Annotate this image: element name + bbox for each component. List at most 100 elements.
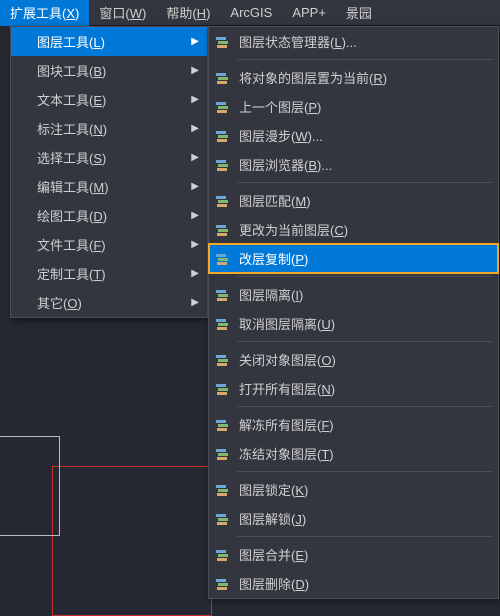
layer-menu-item-5-0[interactable]: 解冻所有图层(F) — [209, 410, 498, 439]
layer-menu-item-label: 图层隔离(I) — [239, 285, 303, 304]
layer-menu-item-1-1[interactable]: 上一个图层(P) — [209, 92, 498, 121]
layer-isolate-icon — [213, 286, 231, 304]
menu-separator — [237, 276, 493, 277]
layer-lock-icon — [213, 481, 231, 499]
submenu-arrow-icon: ▶ — [191, 152, 199, 163]
layer-menu-item-4-0[interactable]: 关闭对象图层(O) — [209, 345, 498, 374]
canvas-white-rect — [0, 436, 60, 536]
layer-menu-item-1-0[interactable]: 将对象的图层置为当前(R) — [209, 63, 498, 92]
ext-menu-item-6[interactable]: 绘图工具(D) ▶ — [11, 201, 207, 230]
menu-separator — [237, 406, 493, 407]
layer-menu-item-7-1[interactable]: 图层删除(D) — [209, 569, 498, 598]
menubar-item-1[interactable]: 窗口(W) — [89, 0, 156, 26]
layer-menu-item-2-0[interactable]: 图层匹配(M) — [209, 186, 498, 215]
layer-on-icon — [213, 380, 231, 398]
layer-menu-item-5-1[interactable]: 冻结对象图层(T) — [209, 439, 498, 468]
dropdown-layer-tools: 图层状态管理器(L)... 将对象的图层置为当前(R) 上一个图层(P) 图层漫步(W… — [208, 26, 499, 599]
ext-menu-item-label: 文件工具(F) — [37, 235, 106, 254]
layer-menu-item-6-1[interactable]: 图层解锁(J) — [209, 504, 498, 533]
submenu-arrow-icon: ▶ — [191, 65, 199, 76]
layer-menu-item-1-2[interactable]: 图层漫步(W)... — [209, 121, 498, 150]
layer-menu-item-3-0[interactable]: 图层隔离(I) — [209, 280, 498, 309]
submenu-arrow-icon: ▶ — [191, 36, 199, 47]
layer-menu-item-label: 图层合并(E) — [239, 545, 308, 564]
layer-unisolate-icon — [213, 315, 231, 333]
menu-separator — [237, 59, 493, 60]
layer-menu-item-label: 改层复制(P) — [239, 249, 308, 268]
layer-menu-item-2-2[interactable]: 改层复制(P) — [209, 244, 498, 273]
layer-freeze-icon — [213, 445, 231, 463]
menubar-item-2[interactable]: 帮助(H) — [156, 0, 220, 26]
ext-menu-item-5[interactable]: 编辑工具(M) ▶ — [11, 172, 207, 201]
layer-copy-icon — [213, 250, 231, 268]
layer-setcurrent-icon — [213, 69, 231, 87]
ext-menu-item-label: 图层工具(L) — [37, 32, 105, 51]
ext-menu-item-3[interactable]: 标注工具(N) ▶ — [11, 114, 207, 143]
ext-menu-item-8[interactable]: 定制工具(T)▶ — [11, 259, 207, 288]
layer-match-icon — [213, 192, 231, 210]
ext-menu-item-label: 其它(O) — [37, 293, 82, 312]
layer-prev-icon — [213, 98, 231, 116]
layer-menu-item-3-1[interactable]: 取消图层隔离(U) — [209, 309, 498, 338]
ext-menu-item-label: 绘图工具(D) — [37, 206, 107, 225]
layer-menu-item-2-1[interactable]: 更改为当前图层(C) — [209, 215, 498, 244]
layer-menu-item-label: 更改为当前图层(C) — [239, 220, 348, 239]
layer-merge-icon — [213, 546, 231, 564]
ext-menu-item-label: 图块工具(B) — [37, 61, 106, 80]
ext-menu-item-0[interactable]: 图层工具(L) ▶ — [11, 27, 207, 56]
submenu-arrow-icon: ▶ — [191, 181, 199, 192]
ext-menu-item-9[interactable]: 其它(O) ▶ — [11, 288, 207, 317]
ext-menu-item-4[interactable]: 选择工具(S) ▶ — [11, 143, 207, 172]
layer-menu-item-6-0[interactable]: 图层锁定(K) — [209, 475, 498, 504]
menubar-item-5[interactable]: 景园 — [336, 0, 382, 26]
ext-menu-item-label: 文本工具(E) — [37, 90, 106, 109]
layer-menu-item-7-0[interactable]: 图层合并(E) — [209, 540, 498, 569]
layer-menu-item-label: 打开所有图层(N) — [239, 379, 335, 398]
menu-separator — [237, 182, 493, 183]
layer-delete-icon — [213, 575, 231, 593]
layer-off-icon — [213, 351, 231, 369]
ext-menu-item-label: 选择工具(S) — [37, 148, 106, 167]
menubar-item-4[interactable]: APP+ — [282, 1, 336, 24]
layer-menu-item-label: 将对象的图层置为当前(R) — [239, 68, 387, 87]
menubar-item-3[interactable]: ArcGIS — [220, 1, 282, 24]
layer-walk-icon — [213, 127, 231, 145]
layer-manager-icon — [213, 33, 231, 51]
ext-menu-item-2[interactable]: 文本工具(E) ▶ — [11, 85, 207, 114]
layer-menu-item-4-1[interactable]: 打开所有图层(N) — [209, 374, 498, 403]
layer-menu-item-label: 取消图层隔离(U) — [239, 314, 335, 333]
dropdown-extension-tools: 图层工具(L) ▶ 图块工具(B) ▶ 文本工具(E) ▶ 标注工具(N) ▶ 选择工具(S) ▶… — [10, 26, 208, 318]
layer-changecurr-icon — [213, 221, 231, 239]
menubar-item-0[interactable]: 扩展工具(X) — [0, 0, 89, 26]
ext-menu-item-label: 标注工具(N) — [37, 119, 107, 138]
submenu-arrow-icon: ▶ — [191, 297, 199, 308]
menubar: 扩展工具(X)窗口(W)帮助(H)ArcGISAPP+景园 — [0, 0, 500, 26]
layer-menu-item-label: 冻结对象图层(T) — [239, 444, 334, 463]
menu-separator — [237, 341, 493, 342]
layer-menu-item-label: 上一个图层(P) — [239, 97, 321, 116]
ext-menu-item-7[interactable]: 文件工具(F) ▶ — [11, 230, 207, 259]
layer-menu-item-label: 图层浏览器(B)... — [239, 155, 332, 174]
layer-thaw-icon — [213, 416, 231, 434]
layer-menu-item-label: 图层状态管理器(L)... — [239, 32, 357, 51]
layer-menu-item-0-0[interactable]: 图层状态管理器(L)... — [209, 27, 498, 56]
submenu-arrow-icon: ▶ — [191, 123, 199, 134]
layer-menu-item-label: 图层解锁(J) — [239, 509, 306, 528]
ext-menu-item-label: 编辑工具(M) — [37, 177, 109, 196]
ext-menu-item-1[interactable]: 图块工具(B) ▶ — [11, 56, 207, 85]
layer-menu-item-label: 图层锁定(K) — [239, 480, 308, 499]
canvas-red-rect — [52, 466, 212, 616]
layer-menu-item-label: 图层删除(D) — [239, 574, 309, 593]
layer-menu-item-label: 图层匹配(M) — [239, 191, 311, 210]
layer-unlock-icon — [213, 510, 231, 528]
layer-menu-item-label: 解冻所有图层(F) — [239, 415, 334, 434]
layer-menu-item-label: 关闭对象图层(O) — [239, 350, 336, 369]
layer-menu-item-1-3[interactable]: 图层浏览器(B)... — [209, 150, 498, 179]
menu-separator — [237, 471, 493, 472]
ext-menu-item-label: 定制工具(T) — [37, 264, 106, 283]
layer-browser-icon — [213, 156, 231, 174]
submenu-arrow-icon: ▶ — [191, 94, 199, 105]
layer-menu-item-label: 图层漫步(W)... — [239, 126, 323, 145]
submenu-arrow-icon: ▶ — [191, 239, 199, 250]
submenu-arrow-icon: ▶ — [191, 210, 199, 221]
